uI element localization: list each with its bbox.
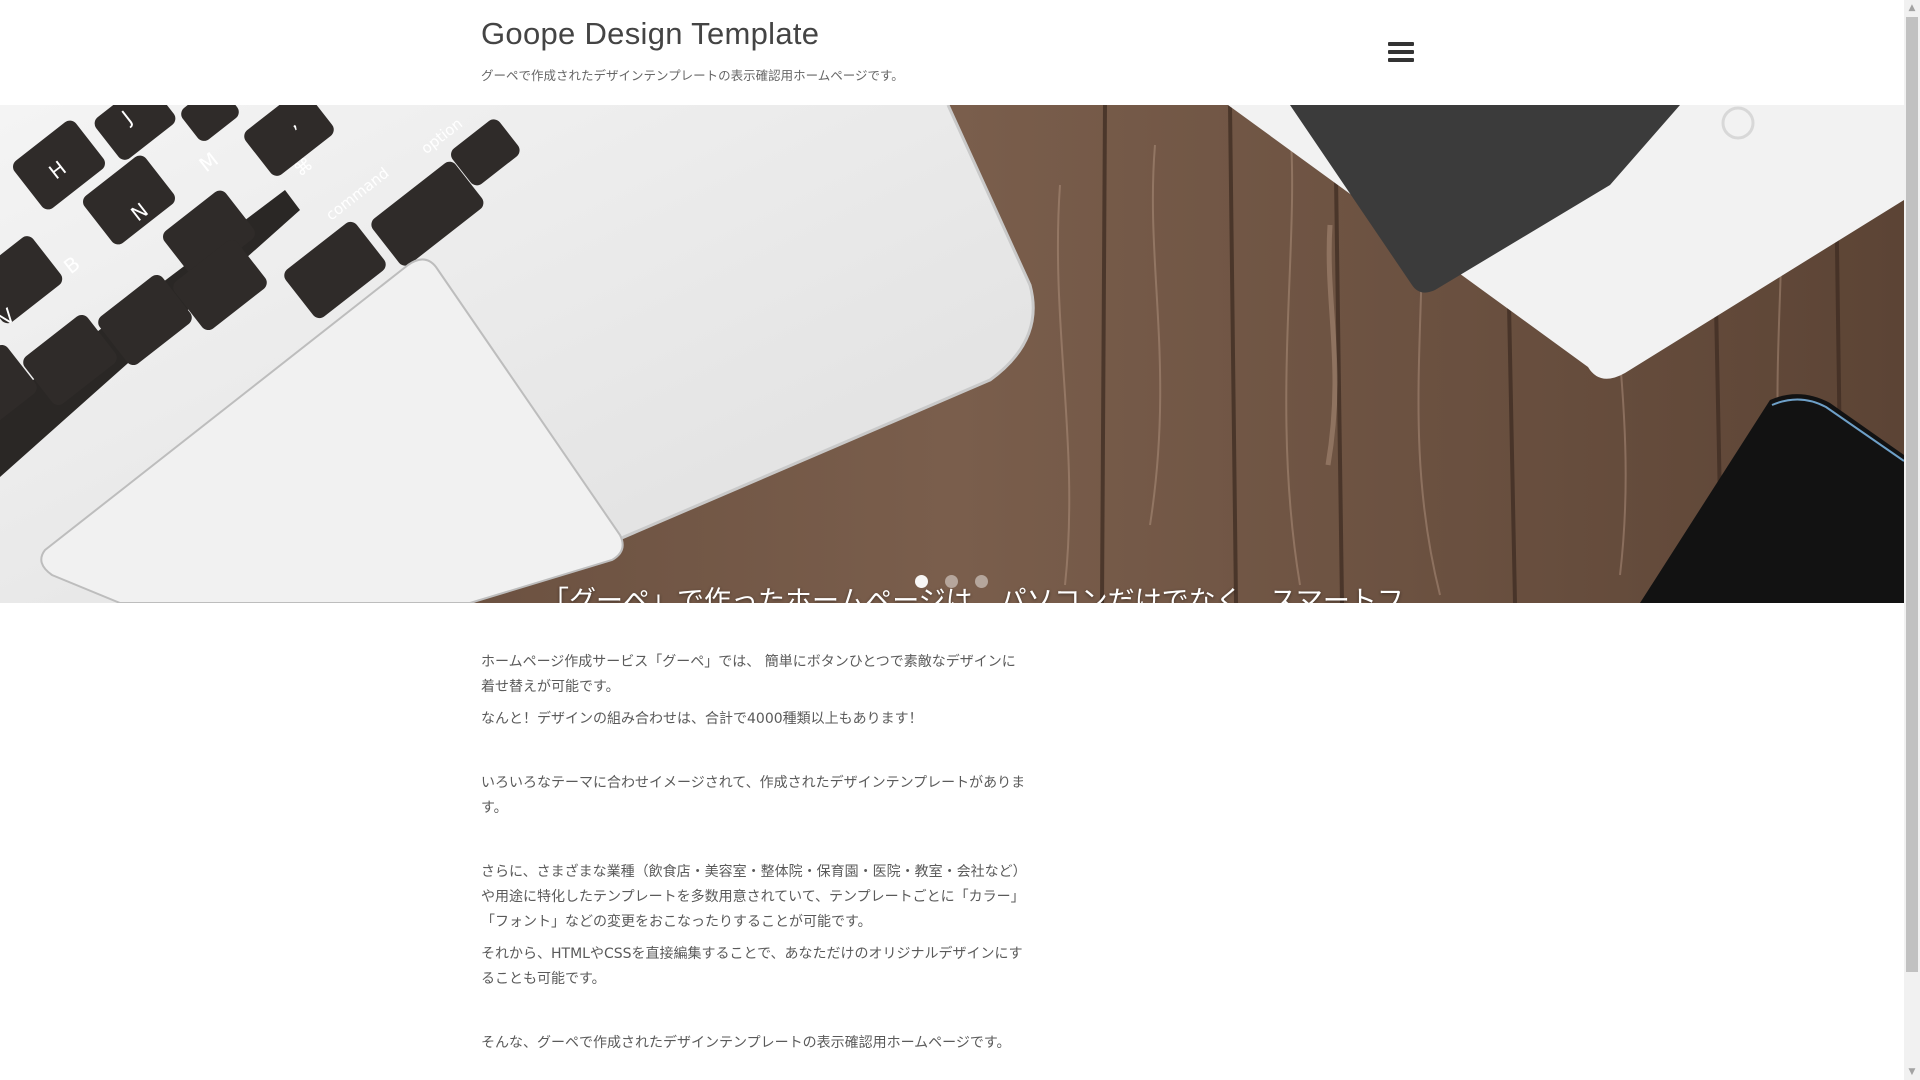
- scrollbar-thumb[interactable]: [1906, 17, 1918, 972]
- main-content: ホームページ作成サービス「グーペ」では、 簡単にボタンひとつで素敵なデザインに着…: [481, 650, 1026, 1056]
- site-title[interactable]: Goope Design Template: [481, 16, 819, 52]
- hero-caption: 「グーペ」で作ったホームページは、パソコンだけでなく、スマートフ: [542, 586, 1404, 603]
- hero-slider: J H M N B V , ⌘ command option 「グーペ」で作った…: [0, 105, 1904, 603]
- scroll-down-arrow-icon[interactable]: ▼: [1904, 1064, 1920, 1080]
- scroll-up-arrow-icon[interactable]: ▲: [1904, 0, 1920, 16]
- site-header: Goope Design Template グーペで作成されたデザインテンプレー…: [0, 0, 1904, 105]
- content-paragraph: なんと！デザインの組み合わせは、合計で4000種類以上もあります！: [481, 711, 923, 727]
- content-paragraph: そんな、グーペで作成されたデザインテンプレートの表示確認用ホームページです。: [481, 1035, 1011, 1051]
- hero-image: [0, 105, 1904, 603]
- site-description: グーペで作成されたデザインテンプレートの表示確認用ホームページです。: [481, 68, 904, 83]
- vertical-scrollbar[interactable]: ▲ ▼: [1904, 0, 1920, 1080]
- content-paragraph: いろいろなテーマに合わせイメージされて、作成されたデザインテンプレートがあります…: [481, 775, 1026, 816]
- content-paragraph: さらに、さまざまな業種（飲食店・美容室・整体院・保育園・医院・教室・会社など）や…: [481, 864, 1025, 930]
- page: Goope Design Template グーペで作成されたデザインテンプレー…: [0, 0, 1904, 1080]
- content-paragraph: ホームページ作成サービス「グーペ」では、 簡単にボタンひとつで素敵なデザインに着…: [481, 654, 1016, 695]
- hamburger-menu-icon[interactable]: [1386, 38, 1416, 66]
- content-paragraph: それから、HTMLやCSSを直接編集することで、あなただけのオリジナルデザインに…: [481, 946, 1023, 987]
